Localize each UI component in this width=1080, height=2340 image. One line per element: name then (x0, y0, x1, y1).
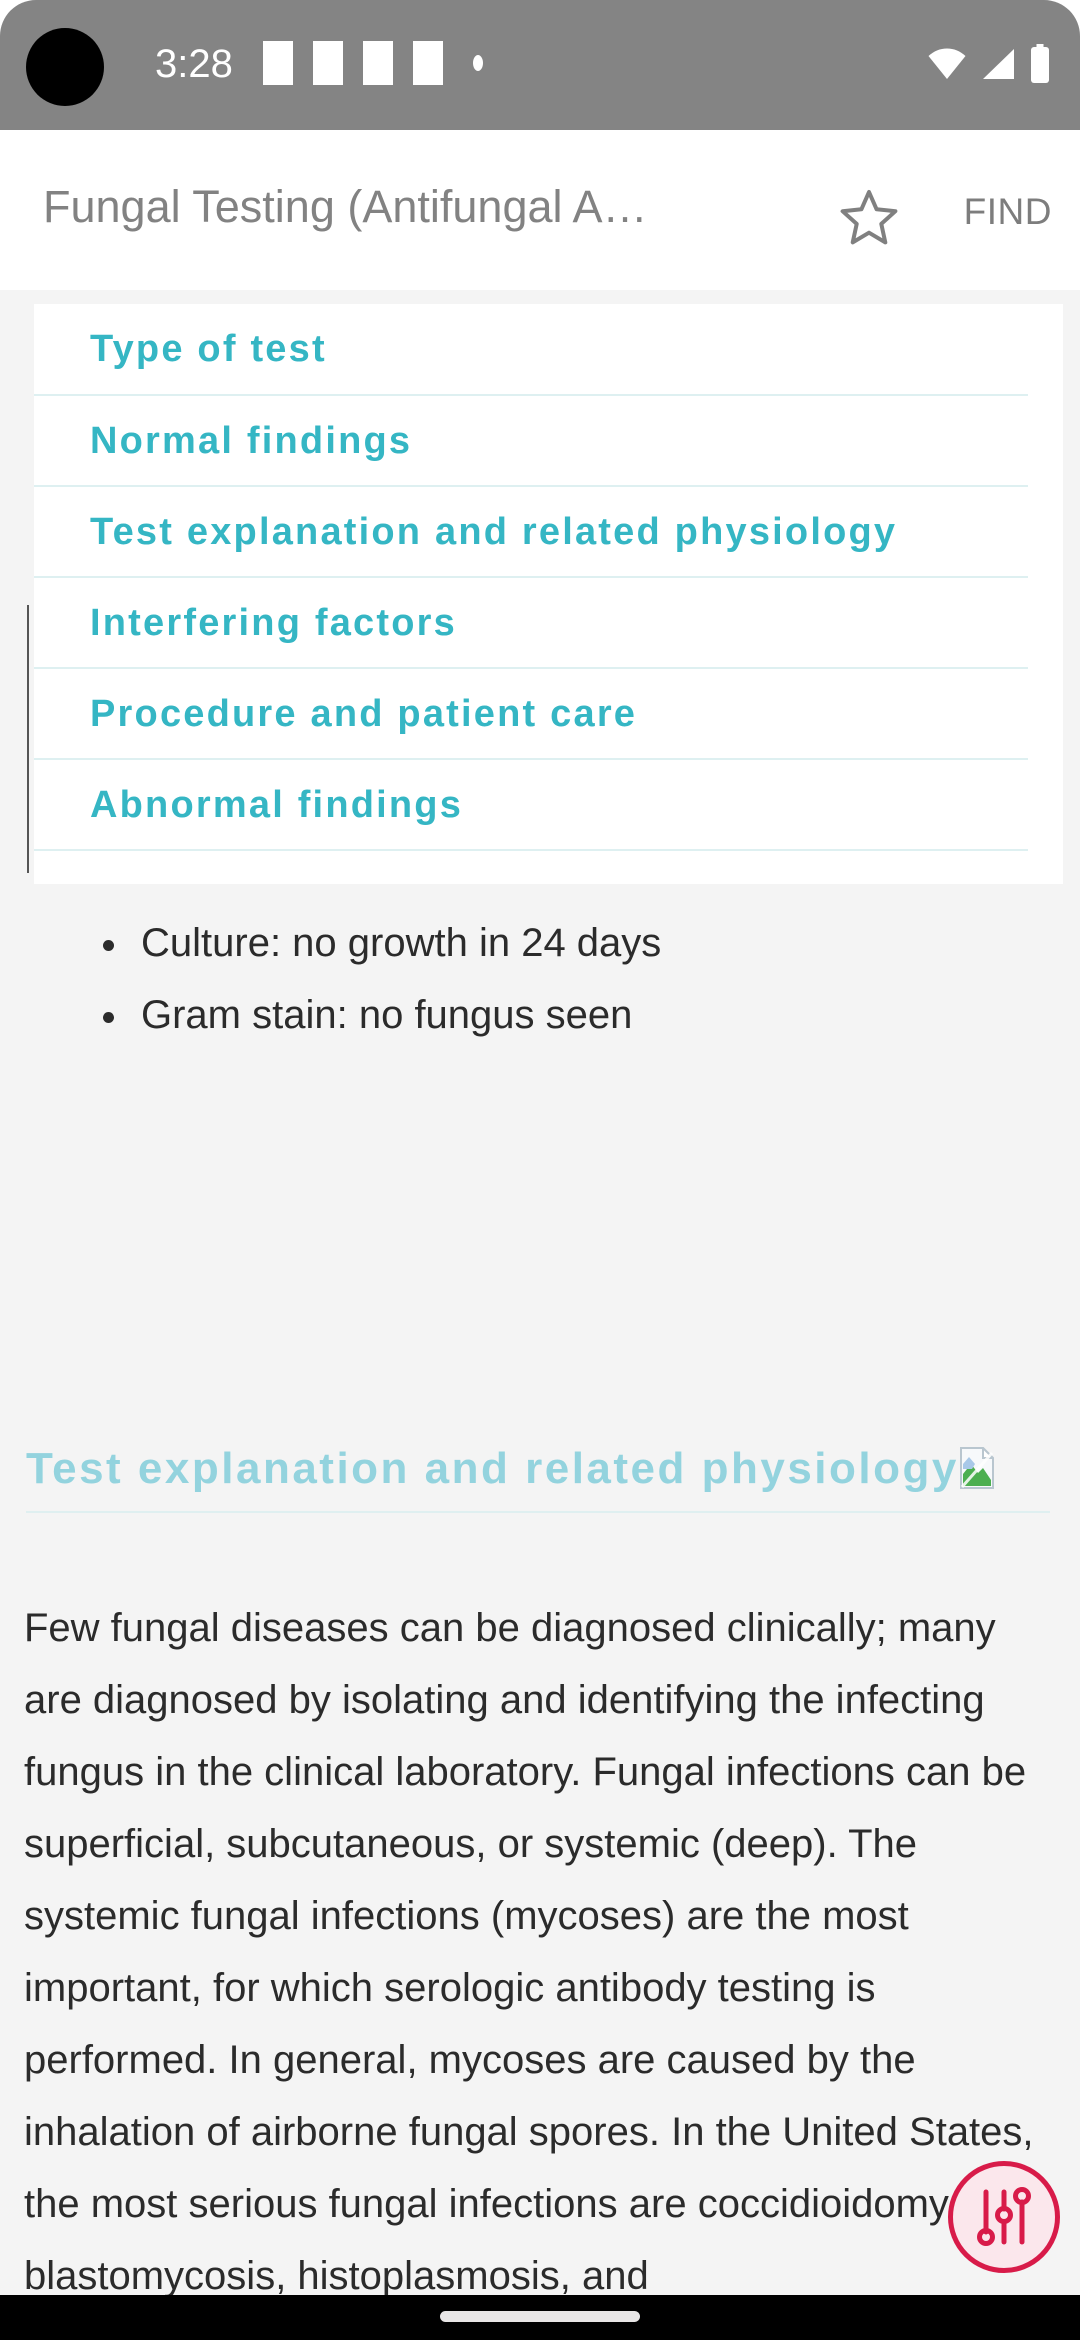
notification-square-icon (413, 41, 443, 85)
table-of-contents-card: Type of test Normal findings Test explan… (34, 304, 1063, 884)
notification-square-icon (363, 41, 393, 85)
paragraph-part-plain: Few fungal diseases can be diagnosed cli… (24, 1606, 1052, 2295)
toc-item-normal-findings[interactable]: Normal findings (34, 396, 1028, 487)
phone-screen: 3:28 Fungal Testing (Antifungal A… FIND … (0, 0, 1080, 2340)
battery-icon (1031, 44, 1049, 83)
notification-dot-icon (473, 55, 483, 71)
toc-item-abnormal-findings[interactable]: Abnormal findings (34, 760, 1028, 851)
body-paragraph: Few fungal diseases can be diagnosed cli… (24, 1592, 1057, 2295)
scrollbar-indicator[interactable] (27, 605, 29, 873)
status-bar-corner-right (1044, 0, 1080, 36)
settings-fab-button[interactable] (948, 2161, 1060, 2273)
system-navigation-bar (0, 2295, 1080, 2340)
camera-cutout (26, 28, 104, 106)
status-bar-corner-left (0, 0, 36, 36)
system-icons-group (928, 40, 1050, 88)
toc-item-label: Interfering factors (90, 601, 457, 644)
list-item: Culture: no growth in 24 days (95, 907, 1080, 979)
toc-item-type-of-test[interactable]: Type of test (34, 304, 1028, 396)
toc-item-label: Procedure and patient care (90, 692, 638, 735)
section-heading-rule: Test explanation and related physiology (26, 1433, 1050, 1513)
sliders-icon (977, 2187, 1031, 2246)
toc-item-test-explanation[interactable]: Test explanation and related physiology (34, 487, 1028, 578)
status-bar: 3:28 (0, 0, 1080, 130)
section-heading: Test explanation and related physiology (26, 1433, 1050, 1513)
section-heading-label: Test explanation and related physiology (26, 1444, 959, 1493)
toc-item-label: Type of test (90, 328, 327, 370)
notification-square-icon (313, 41, 343, 85)
wifi-icon (928, 48, 966, 79)
toc-item-label: Abnormal findings (90, 783, 464, 826)
bookmark-star-button[interactable] (838, 187, 900, 249)
toc-item-label: Test explanation and related physiology (90, 510, 898, 553)
page-title: Fungal Testing (Antifungal A… (43, 181, 648, 232)
notification-icons-group (263, 41, 483, 85)
broken-image-icon (959, 1445, 996, 1489)
toc-item-procedure-and-patient-care[interactable]: Procedure and patient care (34, 669, 1028, 760)
cellular-signal-icon (983, 49, 1014, 79)
toc-item-label: Normal findings (90, 419, 413, 462)
normal-findings-list: Culture: no growth in 24 days Gram stain… (0, 907, 1080, 1051)
notification-square-icon (263, 41, 293, 85)
status-bar-clock: 3:28 (155, 42, 233, 86)
find-button[interactable]: FIND (964, 184, 1052, 240)
home-gesture-pill[interactable] (440, 2311, 640, 2322)
list-item: Gram stain: no fungus seen (95, 979, 1080, 1051)
article-webview[interactable]: Type of test Normal findings Test explan… (0, 290, 1080, 2295)
star-icon (840, 190, 898, 245)
toc-item-interfering-factors[interactable]: Interfering factors (34, 578, 1028, 669)
app-bar: Fungal Testing (Antifungal A… FIND (0, 130, 1080, 290)
